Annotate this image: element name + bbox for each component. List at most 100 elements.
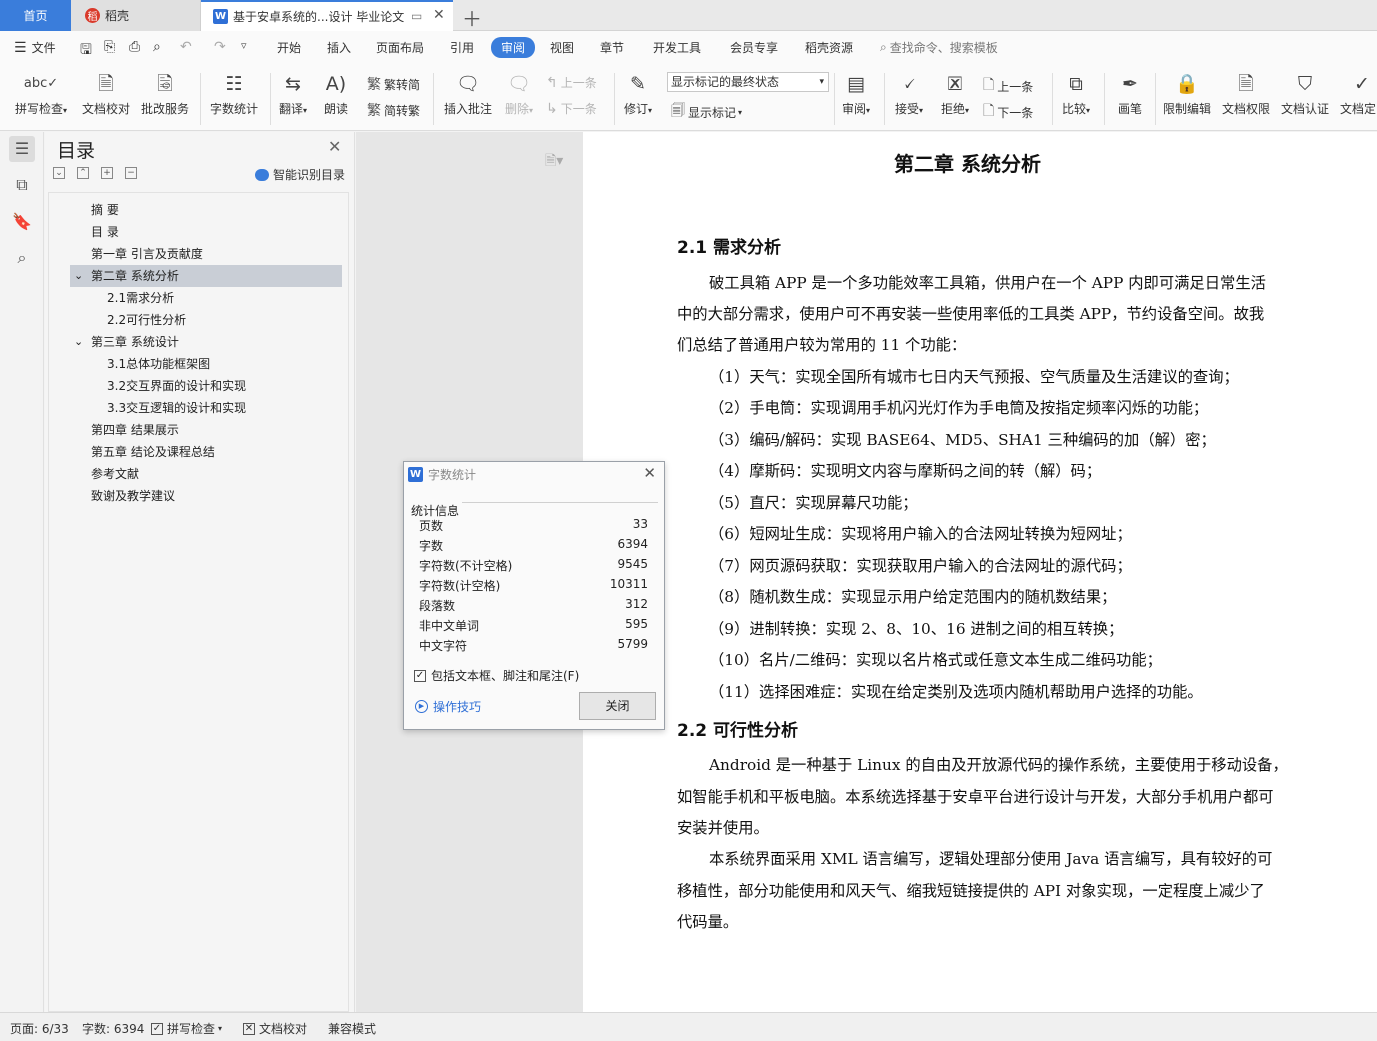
word-count-indicator[interactable]: 字数: 6394 <box>82 1020 144 1037</box>
word-count-button[interactable]: ☷ 字数统计 <box>207 71 261 117</box>
menu-start[interactable]: 开始 <box>277 39 301 56</box>
toc-item[interactable]: 3.3交互逻辑的设计和实现 <box>107 397 246 419</box>
tab-daoke[interactable]: 稻稻壳 <box>71 0 201 31</box>
divider <box>200 73 201 125</box>
prev-change-button[interactable]: 🗋 上一条 <box>983 74 1033 98</box>
trad-to-simp-label: 繁转简 <box>384 77 421 92</box>
toc-item[interactable]: 摘 要 <box>91 199 119 221</box>
trad-to-simp-button[interactable]: 繁繁转简 <box>367 74 420 94</box>
spell-check-icon: ✓ <box>151 1022 163 1035</box>
next-comment-button[interactable]: ↳ 下一条 <box>546 100 597 117</box>
annotate-service-button[interactable]: 🗟 批改服务 <box>139 71 191 117</box>
tab-close-icon[interactable]: ✕ <box>433 7 445 23</box>
file-menu[interactable]: ☰ 文件 <box>14 39 56 56</box>
accept-icon: 🗸 <box>902 73 916 95</box>
toc-item[interactable]: 2.1需求分析 <box>107 287 174 309</box>
page-layout-icon[interactable]: 🗎▾ <box>545 150 563 174</box>
simp-to-trad-button[interactable]: 繁简转繁 <box>367 100 420 120</box>
page-indicator[interactable]: 页面: 6/33 <box>10 1020 69 1037</box>
export-pdf-icon[interactable]: ⎘ <box>104 39 115 55</box>
bookmark-icon[interactable]: 🔖 <box>9 209 35 235</box>
expand-all-icon[interactable]: ⌄ <box>53 167 65 179</box>
toc-item[interactable]: 3.2交互界面的设计和实现 <box>107 375 246 397</box>
print-icon[interactable]: ⎙ <box>129 39 140 55</box>
menu-layout[interactable]: 页面布局 <box>376 39 424 56</box>
redo-icon[interactable]: ↷ <box>214 39 226 55</box>
print-preview-icon[interactable]: ⌕ <box>153 39 161 55</box>
prev-comment-button[interactable]: ↰ 上一条 <box>546 74 597 91</box>
new-tab-plus-icon[interactable]: ＋ <box>462 3 482 32</box>
chapter-nav-icon[interactable]: ⧉ <box>9 172 35 198</box>
menu-chapter[interactable]: 章节 <box>600 39 624 56</box>
spell-check-button[interactable]: abc✓ 拼写检查▾ <box>12 71 70 117</box>
toc-item[interactable]: 目 录 <box>91 221 119 243</box>
translate-button[interactable]: ⇆ 翻译▾ <box>276 71 310 117</box>
smart-toc-button[interactable]: 智能识别目录 <box>255 166 345 183</box>
tips-link[interactable]: ▶ 操作技巧 <box>415 698 481 715</box>
search-icon[interactable]: ⌕ <box>9 245 35 271</box>
document-page[interactable]: 第二章 系统分析 2.1 需求分析 破工具箱 APP 是一个多功能效率工具箱，供… <box>583 132 1377 1012</box>
toc-item[interactable]: 参考文献 <box>91 463 139 485</box>
divider <box>1104 73 1105 125</box>
undo-icon[interactable]: ↶ <box>180 39 192 55</box>
menu-review[interactable]: 审阅 <box>491 37 536 58</box>
command-search[interactable]: ⌕ 查找命令、搜索模板 <box>880 39 998 56</box>
tab-home[interactable]: 首页 <box>0 0 71 31</box>
window-icon[interactable]: ▭ <box>411 9 422 23</box>
toc-item[interactable]: 致谢及教学建议 <box>91 485 175 507</box>
toc-item[interactable]: 2.2可行性分析 <box>107 309 186 331</box>
compare-button[interactable]: ⧉ 比较▾ <box>1058 71 1094 117</box>
tab-document[interactable]: W 基于安卓系统的...设计 毕业论文 ▭ ✕ <box>201 0 453 31</box>
next-change-button[interactable]: 🗋 下一条 <box>983 100 1033 124</box>
close-icon[interactable]: ✕ <box>643 464 656 482</box>
brush-button[interactable]: ✒ 画笔 <box>1112 71 1148 117</box>
stat-label: 非中文单词 <box>419 619 480 633</box>
writer-logo-icon: W <box>213 9 228 24</box>
show-markup-button[interactable]: 🗐 显示标记 ▾ <box>671 100 742 124</box>
toc-item[interactable]: ⌄ 第三章 系统设计 <box>74 331 179 353</box>
toc-item-selected[interactable]: ⌄ 第二章 系统分析 <box>70 265 342 287</box>
accept-button[interactable]: 🗸 接受▾ <box>891 71 927 117</box>
toc-item[interactable]: 3.1总体功能框架图 <box>107 353 210 375</box>
read-aloud-button[interactable]: A) 朗读 <box>321 71 351 117</box>
proofread-button[interactable]: 🗎 文档校对 <box>80 71 132 117</box>
include-footnotes-checkbox[interactable]: ✓ 包括文本框、脚注和尾注(F) <box>414 667 579 684</box>
toc-panel-icon[interactable]: ☰ <box>9 136 35 162</box>
dialog-titlebar[interactable]: W 字数统计 <box>404 462 664 486</box>
reject-button[interactable]: 🗷 拒绝▾ <box>937 71 973 117</box>
status-spell-check[interactable]: ✓ 拼写检查 ▾ <box>151 1020 222 1037</box>
toc-item[interactable]: 第五章 结论及课程总结 <box>91 441 215 463</box>
doc-cert-button[interactable]: ⛉ 文档认证 <box>1279 71 1331 117</box>
spell-check-label: 拼写检查 <box>14 102 63 116</box>
doc-final-button[interactable]: ✓ 文档定 <box>1340 71 1377 117</box>
quick-access-dropdown-icon[interactable]: ▿ <box>241 39 247 52</box>
remove-heading-icon[interactable]: − <box>125 167 137 179</box>
save-icon[interactable]: 🖫 <box>80 39 92 63</box>
close-button[interactable]: 关闭 <box>579 692 656 720</box>
close-icon[interactable]: ✕ <box>328 137 341 156</box>
delete-comment-button[interactable]: 🗨 删除▾ <box>501 71 537 117</box>
menu-insert[interactable]: 插入 <box>327 39 351 56</box>
track-changes-button[interactable]: ✎ 修订▾ <box>620 71 656 117</box>
menu-view[interactable]: 视图 <box>550 39 574 56</box>
menu-reference[interactable]: 引用 <box>450 39 474 56</box>
status-proofread[interactable]: ✕ 文档校对 <box>243 1020 307 1037</box>
add-heading-icon[interactable]: + <box>101 167 113 179</box>
doc-permission-label: 文档权限 <box>1221 102 1270 116</box>
chevron-down-icon[interactable]: ⌄ <box>74 265 83 287</box>
menu-daoke-resources[interactable]: 稻壳资源 <box>805 39 853 56</box>
insert-comment-button[interactable]: 🗨 插入批注 <box>441 71 495 117</box>
delete-comment-icon: 🗨 <box>506 73 532 95</box>
review-pane-button[interactable]: ▤ 审阅▾ <box>838 71 874 117</box>
finalize-icon: ✓ <box>1354 73 1370 95</box>
status-spell-label: 拼写检查 <box>167 1022 216 1036</box>
markup-display-select[interactable]: 显示标记的最终状态 ▾ <box>667 72 829 92</box>
toc-item[interactable]: 第一章 引言及贡献度 <box>91 243 203 265</box>
collapse-all-icon[interactable]: ⌃ <box>77 167 89 179</box>
chevron-down-icon[interactable]: ⌄ <box>74 331 83 353</box>
menu-member[interactable]: 会员专享 <box>730 39 778 56</box>
toc-item[interactable]: 第四章 结果展示 <box>91 419 179 441</box>
menu-dev-tools[interactable]: 开发工具 <box>653 39 701 56</box>
restrict-edit-button[interactable]: 🔒 限制编辑 <box>1161 71 1213 117</box>
doc-permission-button[interactable]: 🗎 文档权限 <box>1220 71 1272 117</box>
